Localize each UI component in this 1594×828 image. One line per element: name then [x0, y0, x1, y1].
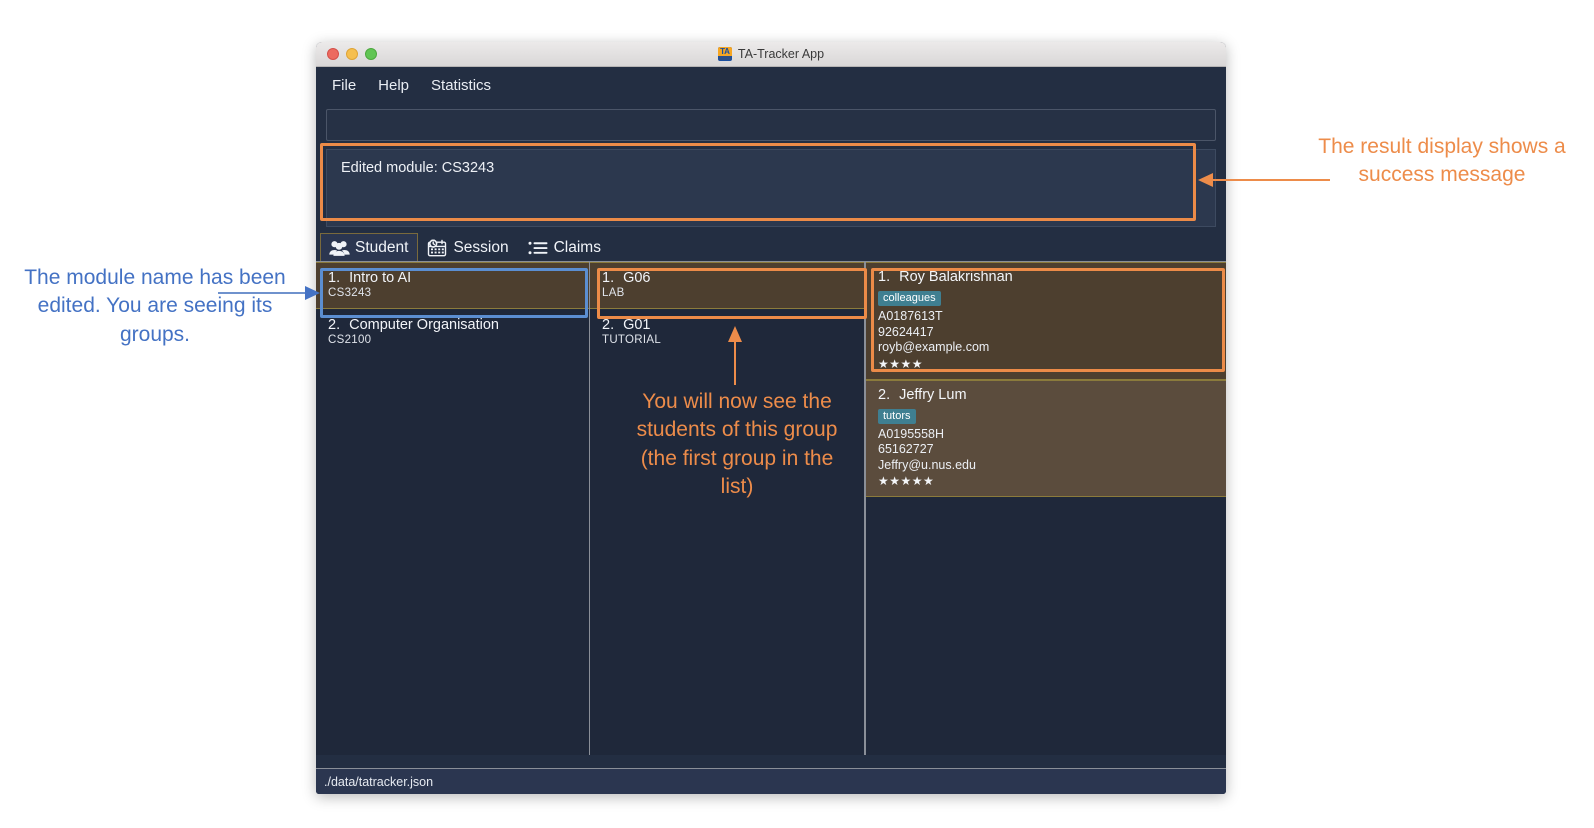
group-index: 2.	[602, 317, 615, 333]
student-index: 1.	[878, 269, 891, 285]
student-email: royb@example.com	[878, 340, 990, 354]
people-icon	[329, 240, 350, 256]
window-titlebar[interactable]: TA TA-Tracker App	[316, 42, 1226, 67]
student-rating: ★★★★★	[878, 474, 935, 488]
group-type: TUTORIAL	[602, 334, 662, 346]
group-name: G06	[623, 270, 651, 286]
module-list-item[interactable]: 1. Intro to AI CS3243	[316, 262, 589, 309]
module-name: Intro to AI	[349, 270, 412, 286]
student-index: 2.	[878, 386, 891, 403]
window-traffic-lights	[327, 48, 377, 60]
close-window-button[interactable]	[327, 48, 339, 60]
screenshot-canvas: TA TA-Tracker App File Help Statistics E…	[0, 0, 1594, 828]
student-list-item[interactable]: 1. Roy Balakrishnan colleagues A0187613T…	[866, 262, 1226, 380]
module-list-panel[interactable]: 1. Intro to AI CS3243 2. Computer Organi…	[316, 262, 589, 755]
command-box-container	[316, 103, 1226, 141]
status-bar-path: ./data/tatracker.json	[324, 774, 434, 789]
command-input[interactable]	[326, 109, 1216, 141]
tab-session[interactable]: Session	[418, 233, 518, 261]
student-tag: tutors	[878, 408, 916, 424]
result-display-container: Edited module: CS3243	[316, 141, 1226, 227]
list-icon	[528, 240, 549, 256]
student-phone: 65162727	[878, 442, 934, 456]
module-name: Computer Organisation	[349, 317, 500, 333]
ta-tracker-app-icon: TA	[717, 47, 732, 61]
module-code: CS3243	[328, 287, 372, 299]
module-code: CS2100	[328, 334, 372, 346]
student-name: Roy Balakrishnan	[899, 269, 1013, 285]
module-list-item[interactable]: 2. Computer Organisation CS2100	[316, 309, 589, 356]
student-tag: colleagues	[878, 291, 941, 306]
group-list-item[interactable]: 1. G06 LAB	[590, 262, 864, 309]
module-index: 1.	[328, 270, 341, 286]
menu-statistics[interactable]: Statistics	[431, 77, 491, 94]
student-phone: 92624417	[878, 324, 934, 339]
group-index: 1.	[602, 270, 615, 286]
student-name: Jeffry Lum	[899, 386, 967, 403]
tab-student-label: Student	[355, 238, 409, 256]
window-title: TA-Tracker App	[737, 47, 825, 61]
tab-student[interactable]: Student	[320, 233, 419, 261]
tab-bar: Student Session Claims	[316, 227, 1226, 261]
calendar-clock-icon	[427, 238, 448, 257]
student-rating: ★★★★	[878, 356, 924, 371]
module-index: 2.	[328, 317, 341, 333]
group-type: LAB	[602, 287, 625, 299]
student-matric: A0187613T	[878, 309, 943, 323]
menu-bar: File Help Statistics	[316, 67, 1226, 103]
student-matric: A0195558H	[878, 426, 945, 441]
student-list-item[interactable]: 2. Jeffry Lum tutors A0195558H 65162727 …	[866, 379, 1226, 497]
annotation-module-edited: The module name has been edited. You are…	[24, 266, 286, 346]
tab-session-label: Session	[453, 238, 509, 256]
menu-file[interactable]: File	[332, 77, 356, 94]
student-email: Jeffry@u.nus.edu	[878, 457, 976, 472]
status-bar: ./data/tatracker.json	[316, 768, 1226, 794]
student-list-panel[interactable]: 1. Roy Balakrishnan colleagues A0187613T…	[865, 262, 1226, 755]
annotation-group-students: You will now see the students of this gr…	[636, 390, 838, 499]
result-display: Edited module: CS3243	[326, 149, 1216, 227]
group-list-panel[interactable]: 1. G06 LAB 2. G01 TUTORIAL	[589, 262, 865, 755]
list-panels: 1. Intro to AI CS3243 2. Computer Organi…	[316, 261, 1226, 755]
group-list-item[interactable]: 2. G01 TUTORIAL	[590, 309, 864, 356]
tab-claims[interactable]: Claims	[519, 233, 611, 261]
tab-claims-label: Claims	[553, 238, 601, 256]
minimize-window-button[interactable]	[346, 48, 358, 60]
menu-help[interactable]: Help	[378, 77, 409, 94]
group-name: G01	[623, 317, 651, 333]
window-title-group: TA TA-Tracker App	[316, 42, 1226, 66]
annotation-result-display: The result display shows a success messa…	[1318, 135, 1566, 187]
zoom-window-button[interactable]	[365, 48, 377, 60]
